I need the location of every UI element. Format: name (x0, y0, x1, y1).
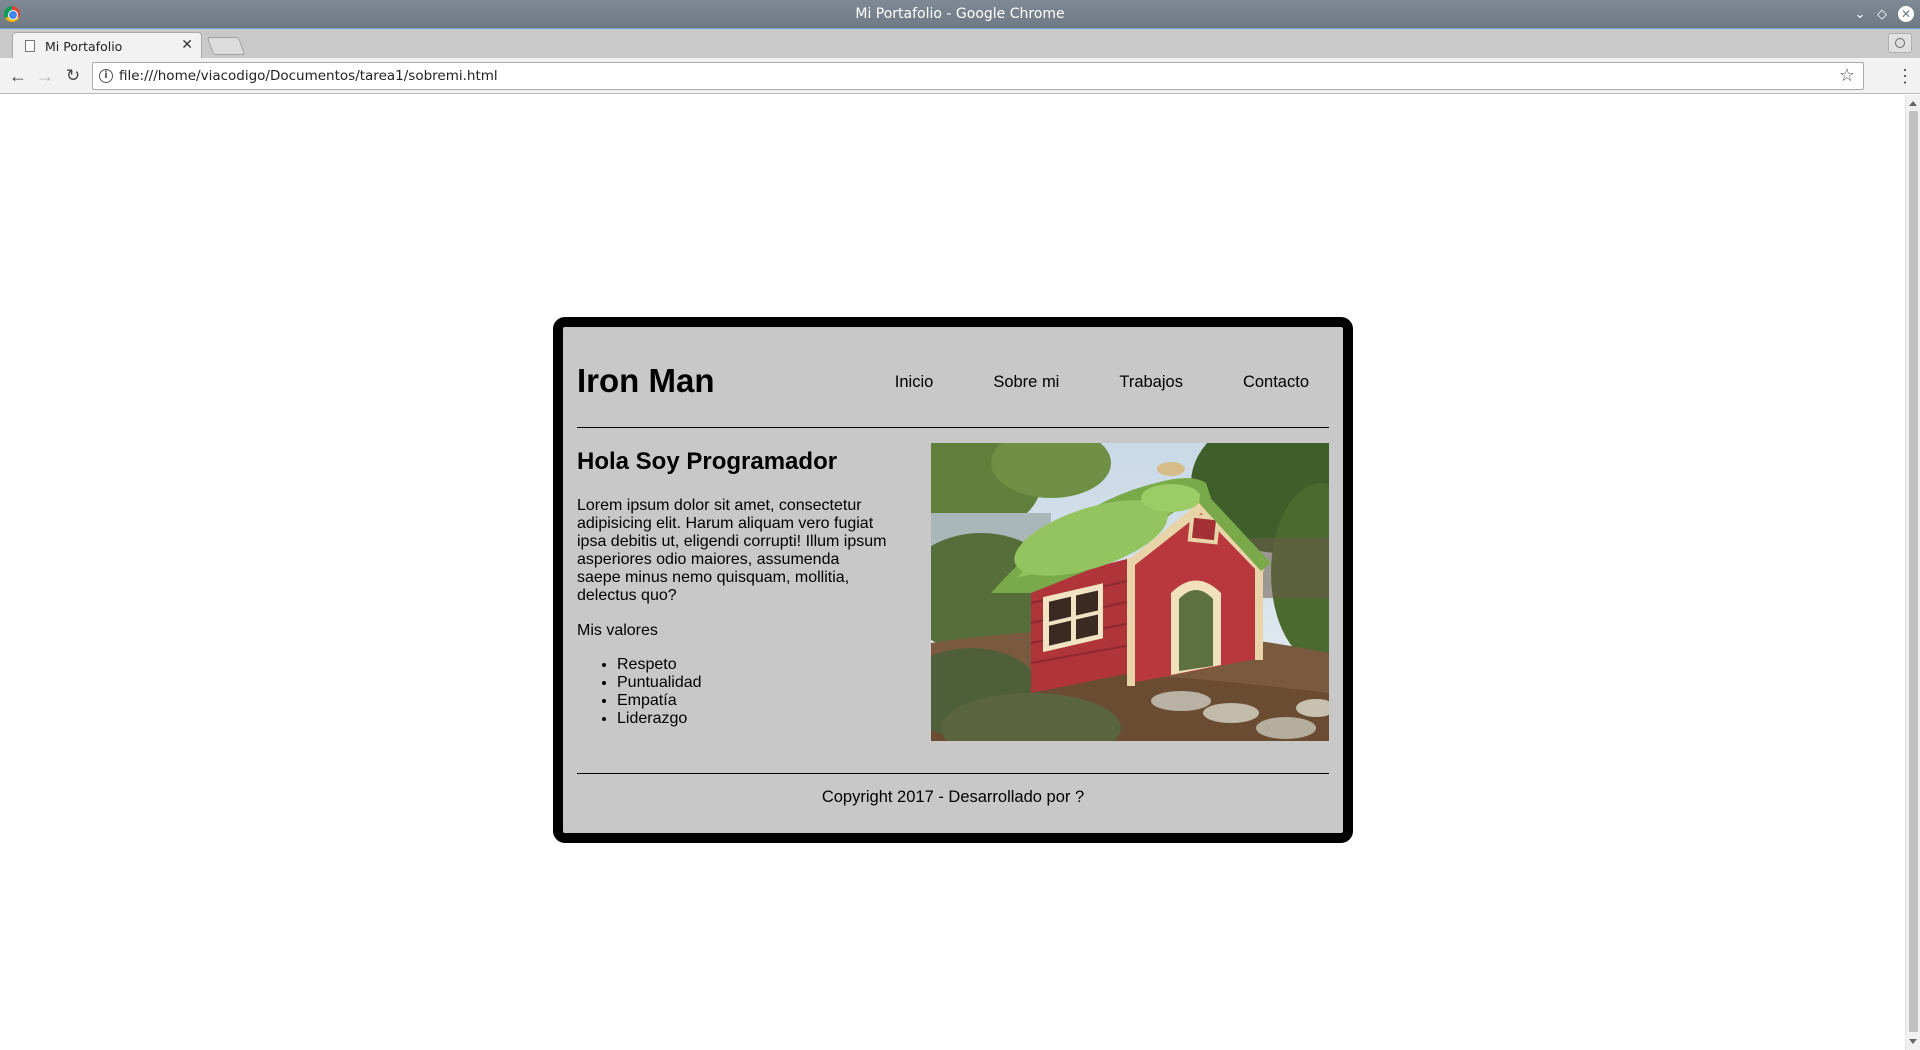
vertical-scrollbar[interactable] (1905, 95, 1920, 1050)
nav-link-inicio[interactable]: Inicio (895, 373, 934, 392)
page-viewport: Iron Man Inicio Sobre mi Trabajos Contac… (0, 95, 1905, 1050)
nav-link-sobre-mi[interactable]: Sobre mi (993, 373, 1059, 392)
nav-link-trabajos[interactable]: Trabajos (1119, 373, 1183, 392)
browser-toolbar: ← → ↻ i file:///home/viacodigo/Documento… (0, 58, 1920, 94)
browser-tab[interactable]: Mi Portafolio ✕ (12, 32, 202, 59)
url-text[interactable]: file:///home/viacodigo/Documentos/tarea1… (119, 68, 498, 84)
intro-heading: Hola Soy Programador (577, 448, 838, 475)
site-footer: Copyright 2017 - Desarrollado por ? (577, 773, 1329, 807)
portfolio-card: Iron Man Inicio Sobre mi Trabajos Contac… (553, 317, 1353, 843)
bookmark-star-icon[interactable]: ☆ (1839, 65, 1855, 86)
tab-title: Mi Portafolio (45, 39, 123, 54)
close-icon: ✕ (1898, 6, 1914, 22)
list-item: Liderazgo (617, 710, 887, 728)
scrollbar-thumb[interactable] (1909, 111, 1918, 1032)
doghouse-photo (931, 443, 1329, 741)
list-item: Empatía (617, 692, 887, 710)
minimize-icon[interactable]: ⌄ (1850, 4, 1870, 24)
footer-text: Copyright 2017 - Desarrollado por ? (821, 788, 1085, 806)
main-content: Hola Soy Programador Lorem ipsum dolor s… (577, 428, 1329, 773)
address-bar[interactable]: i file:///home/viacodigo/Documentos/tare… (92, 62, 1864, 90)
intro-section: Hola Soy Programador Lorem ipsum dolor s… (577, 428, 887, 728)
list-item: Puntualidad (617, 674, 887, 692)
site-title: Iron Man (577, 362, 715, 399)
chrome-menu-button[interactable]: ⋮ (1896, 64, 1914, 88)
site-nav: Inicio Sobre mi Trabajos Contacto (895, 373, 1309, 392)
maximize-icon[interactable]: ◇ (1872, 4, 1892, 24)
close-window-button[interactable]: ✕ (1896, 4, 1916, 24)
scroll-down-icon[interactable] (1909, 1039, 1917, 1044)
tab-strip: Mi Portafolio ✕ (0, 28, 1920, 59)
scroll-up-icon[interactable] (1909, 101, 1917, 106)
intro-paragraph: Lorem ipsum dolor sit amet, consectetur … (577, 497, 887, 604)
list-item: Respeto (617, 656, 887, 674)
info-icon[interactable]: i (99, 69, 113, 83)
page-icon (25, 40, 35, 52)
window-title: Mi Portafolio - Google Chrome (855, 6, 1065, 22)
site-header: Iron Man Inicio Sobre mi Trabajos Contac… (577, 327, 1329, 428)
tab-close-icon[interactable]: ✕ (181, 37, 193, 53)
forward-button[interactable]: → (33, 64, 57, 88)
nav-link-contacto[interactable]: Contacto (1243, 373, 1309, 392)
profile-button[interactable] (1888, 33, 1912, 53)
new-tab-button[interactable] (206, 37, 246, 55)
window-titlebar: Mi Portafolio - Google Chrome ⌄ ◇ ✕ (0, 0, 1920, 28)
values-list: Respeto Puntualidad Empatía Liderazgo (577, 656, 887, 728)
values-title: Mis valores (577, 622, 658, 639)
reload-button[interactable]: ↻ (61, 64, 85, 88)
profile-icon (1895, 38, 1905, 48)
back-button[interactable]: ← (6, 64, 30, 88)
